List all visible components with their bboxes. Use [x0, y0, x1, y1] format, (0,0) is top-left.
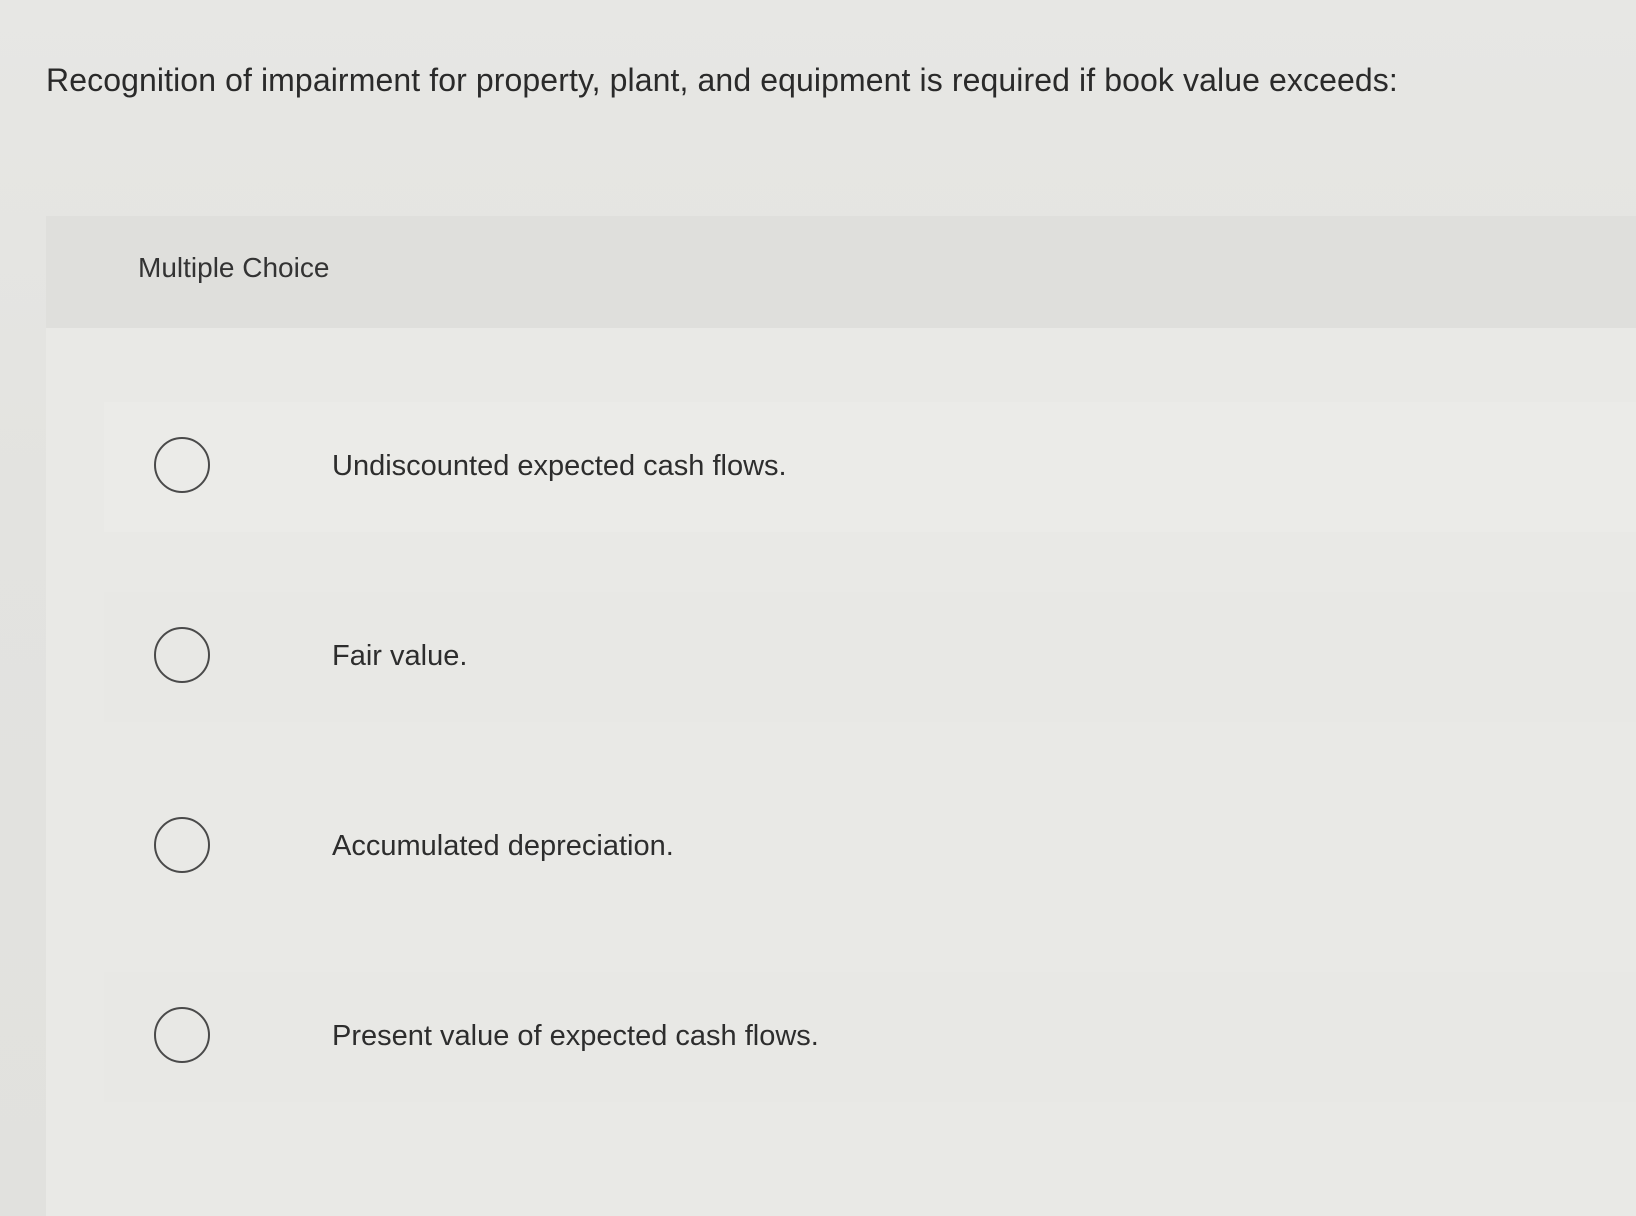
answer-option-label: Present value of expected cash flows.	[332, 1020, 819, 1052]
radio-button[interactable]	[154, 437, 210, 493]
answer-option-undiscounted-cash-flows[interactable]: Undiscounted expected cash flows.	[104, 402, 1636, 532]
radio-button[interactable]	[154, 817, 210, 873]
answer-options: Undiscounted expected cash flows. Fair v…	[104, 402, 1636, 1162]
answer-option-present-value-cash-flows[interactable]: Present value of expected cash flows.	[104, 972, 1636, 1102]
radio-button[interactable]	[154, 1007, 210, 1063]
radio-button[interactable]	[154, 627, 210, 683]
answer-option-accumulated-depreciation[interactable]: Accumulated depreciation.	[104, 782, 1636, 912]
question-text: Recognition of impairment for property, …	[46, 62, 1398, 98]
multiple-choice-label: Multiple Choice	[138, 252, 330, 283]
answer-option-fair-value[interactable]: Fair value.	[104, 592, 1636, 722]
answer-option-label: Fair value.	[332, 640, 468, 672]
multiple-choice-panel: Multiple Choice Undiscounted expected ca…	[46, 216, 1636, 1216]
multiple-choice-header: Multiple Choice	[46, 216, 1636, 328]
answer-option-label: Accumulated depreciation.	[332, 830, 674, 862]
answer-option-label: Undiscounted expected cash flows.	[332, 450, 787, 482]
page: Recognition of impairment for property, …	[0, 0, 1636, 1216]
